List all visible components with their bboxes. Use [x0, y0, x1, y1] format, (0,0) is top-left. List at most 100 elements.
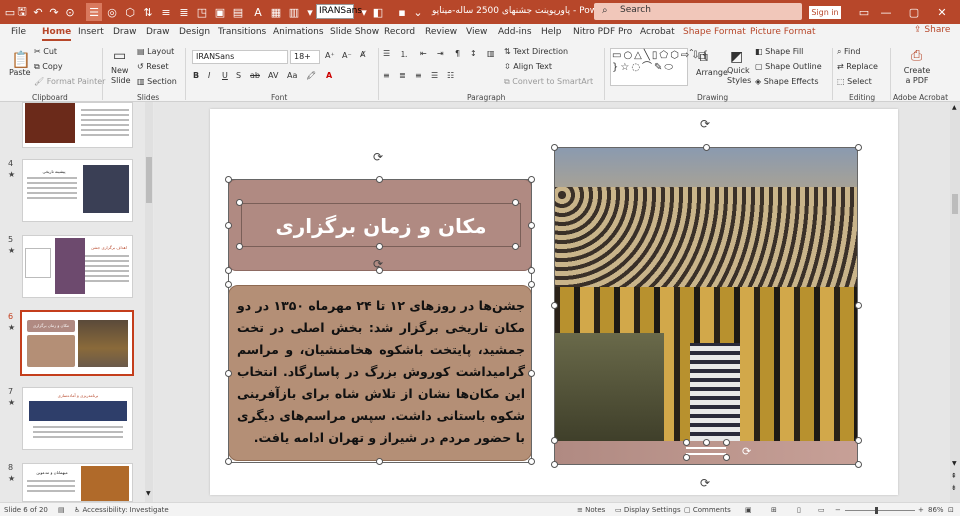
resize-handle[interactable]: [236, 199, 243, 206]
accessibility-button[interactable]: ♿ Accessibility: Investigate: [74, 506, 169, 514]
align-right-icon[interactable]: ≡: [415, 71, 422, 80]
align-center-icon[interactable]: ≣: [399, 71, 406, 80]
scrollbar-thumb[interactable]: [952, 194, 958, 214]
resize-handle[interactable]: [225, 458, 232, 465]
columns-icon[interactable]: ▥: [487, 49, 495, 58]
underline-icon[interactable]: U: [222, 71, 228, 80]
line-spacing-icon[interactable]: ↕: [470, 49, 477, 58]
ribbon-display-icon[interactable]: ▭: [856, 3, 872, 21]
search-input[interactable]: ⌕ Search: [594, 3, 802, 20]
shapes-icon[interactable]: ◳: [194, 3, 210, 21]
tab-transitions[interactable]: Transitions: [218, 27, 266, 37]
section-button[interactable]: ▥ Section: [137, 77, 177, 86]
customize-icon[interactable]: ⌄: [410, 3, 426, 21]
resize-handle[interactable]: [855, 437, 862, 444]
text-direction-button[interactable]: ⇅ Text Direction: [504, 47, 568, 56]
zoom-slider-thumb[interactable]: [875, 507, 878, 514]
increase-font-icon[interactable]: A⁺: [325, 51, 335, 60]
reading-view-icon[interactable]: ▯: [797, 506, 801, 514]
next-slide-icon[interactable]: ⇟: [951, 484, 957, 492]
fill-icon[interactable]: ◧: [370, 3, 386, 21]
bold-icon[interactable]: B: [193, 71, 199, 80]
tab-file[interactable]: File: [11, 27, 26, 37]
zoom-in-icon[interactable]: +: [918, 506, 924, 514]
resize-handle[interactable]: [723, 439, 730, 446]
create-pdf-button[interactable]: Create a PDF: [902, 66, 932, 86]
previous-slide-icon[interactable]: ⇞: [951, 472, 957, 480]
format-painter-button[interactable]: 🖌 Format Painter: [34, 77, 105, 86]
resize-handle[interactable]: [528, 370, 535, 377]
rotate-handle-icon[interactable]: ⟳: [700, 476, 710, 490]
select-button[interactable]: ⬚ Select: [837, 77, 872, 86]
text-direction-icon[interactable]: ⇅: [140, 3, 156, 21]
resize-handle[interactable]: [225, 281, 232, 288]
tab-help[interactable]: Help: [541, 27, 562, 37]
undo-icon[interactable]: ↶: [30, 3, 46, 21]
rotate-handle-icon[interactable]: ⟳: [700, 117, 710, 131]
char-spacing-icon[interactable]: AV: [268, 71, 278, 80]
paste-icon[interactable]: 📋: [11, 50, 31, 69]
tab-draw-2[interactable]: Draw: [146, 27, 170, 37]
new-slide-icon[interactable]: ▭: [113, 48, 126, 64]
resize-handle[interactable]: [855, 302, 862, 309]
resize-handle[interactable]: [225, 176, 232, 183]
slide-thumbnail[interactable]: میهمانان و مدعوین: [22, 463, 133, 502]
shape-fill-button[interactable]: ◧ Shape Fill: [755, 47, 803, 56]
resize-handle[interactable]: [551, 437, 558, 444]
zoom-level[interactable]: 86%: [928, 506, 944, 514]
change-case-icon[interactable]: Aa: [287, 71, 297, 80]
tab-animations[interactable]: Animations: [273, 27, 324, 37]
redo-icon[interactable]: ↷: [46, 3, 62, 21]
paste-button[interactable]: Paste: [9, 68, 31, 77]
align-left-icon[interactable]: ≡: [383, 71, 390, 80]
numbering-icon[interactable]: ⒈: [400, 49, 408, 60]
italic-icon[interactable]: I: [208, 71, 210, 80]
slide-thumbnail-selected[interactable]: مکان و زمان برگزاری: [20, 310, 134, 376]
replace-button[interactable]: ⇄ Replace: [837, 62, 878, 71]
font-size-input[interactable]: 18+: [290, 50, 320, 64]
resize-handle[interactable]: [528, 222, 535, 229]
resize-handle[interactable]: [703, 439, 710, 446]
strikethrough-icon[interactable]: ab: [250, 71, 260, 80]
resize-handle[interactable]: [551, 144, 558, 151]
shapes-gallery[interactable]: ▭○△╲▯⬠⬡⇨⇩{ }☆◌⌒✎⬭: [610, 48, 708, 86]
shadow-icon[interactable]: S: [236, 71, 241, 80]
font-color-icon[interactable]: A: [250, 3, 266, 21]
tab-slide-show[interactable]: Slide Show: [330, 27, 379, 37]
resize-handle[interactable]: [376, 243, 383, 250]
scroll-down-icon[interactable]: ▼: [146, 490, 151, 497]
align-center-icon[interactable]: ≣: [176, 3, 192, 21]
start-from-beginning-icon[interactable]: ⊙: [62, 3, 78, 21]
bullets-icon[interactable]: ☰: [383, 49, 390, 58]
resize-handle[interactable]: [683, 439, 690, 446]
increase-indent-icon[interactable]: ⇥: [437, 49, 444, 58]
shape-effects-button[interactable]: ◈ Shape Effects: [755, 77, 819, 86]
shape-icon[interactable]: ▪: [394, 3, 410, 21]
scroll-down-icon[interactable]: ▼: [952, 460, 957, 467]
layout-icon[interactable]: ▤: [230, 3, 246, 21]
slide-thumbnail[interactable]: [22, 102, 133, 148]
slide-canvas[interactable]: مکان و زمان برگزاری جشن‌ها در روزهای ۱۲ …: [210, 109, 898, 495]
tab-nitro-pdf[interactable]: Nitro PDF Pro: [573, 27, 632, 37]
resize-handle[interactable]: [225, 370, 232, 377]
zoom-out-icon[interactable]: −: [835, 506, 841, 514]
display-settings-button[interactable]: ▭ Display Settings: [615, 506, 681, 514]
picture-icon[interactable]: ▣: [212, 3, 228, 21]
new-slide-button[interactable]: New Slide: [111, 66, 133, 86]
resize-handle[interactable]: [551, 302, 558, 309]
clear-format-icon[interactable]: Ⱥ: [360, 50, 365, 59]
resize-handle[interactable]: [225, 267, 232, 274]
resize-handle[interactable]: [528, 458, 535, 465]
tab-insert[interactable]: Insert: [78, 27, 104, 37]
save-icon[interactable]: 🖫: [14, 3, 30, 21]
close-icon[interactable]: ✕: [934, 3, 950, 21]
spelling-icon[interactable]: ◎: [104, 3, 120, 21]
reset-button[interactable]: ↺ Reset: [137, 62, 169, 71]
layout-button[interactable]: ▤ Layout: [137, 47, 174, 56]
resize-handle[interactable]: [855, 144, 862, 151]
tab-shape-format[interactable]: Shape Format: [683, 27, 746, 37]
fit-slide-icon[interactable]: ⊡: [948, 506, 954, 514]
align-right-icon[interactable]: ≡: [158, 3, 174, 21]
convert-smartart-button[interactable]: ⧉ Convert to SmartArt: [504, 77, 593, 87]
slide-thumbnail[interactable]: برنامه‌ریزی و آماده‌سازی: [22, 387, 133, 450]
